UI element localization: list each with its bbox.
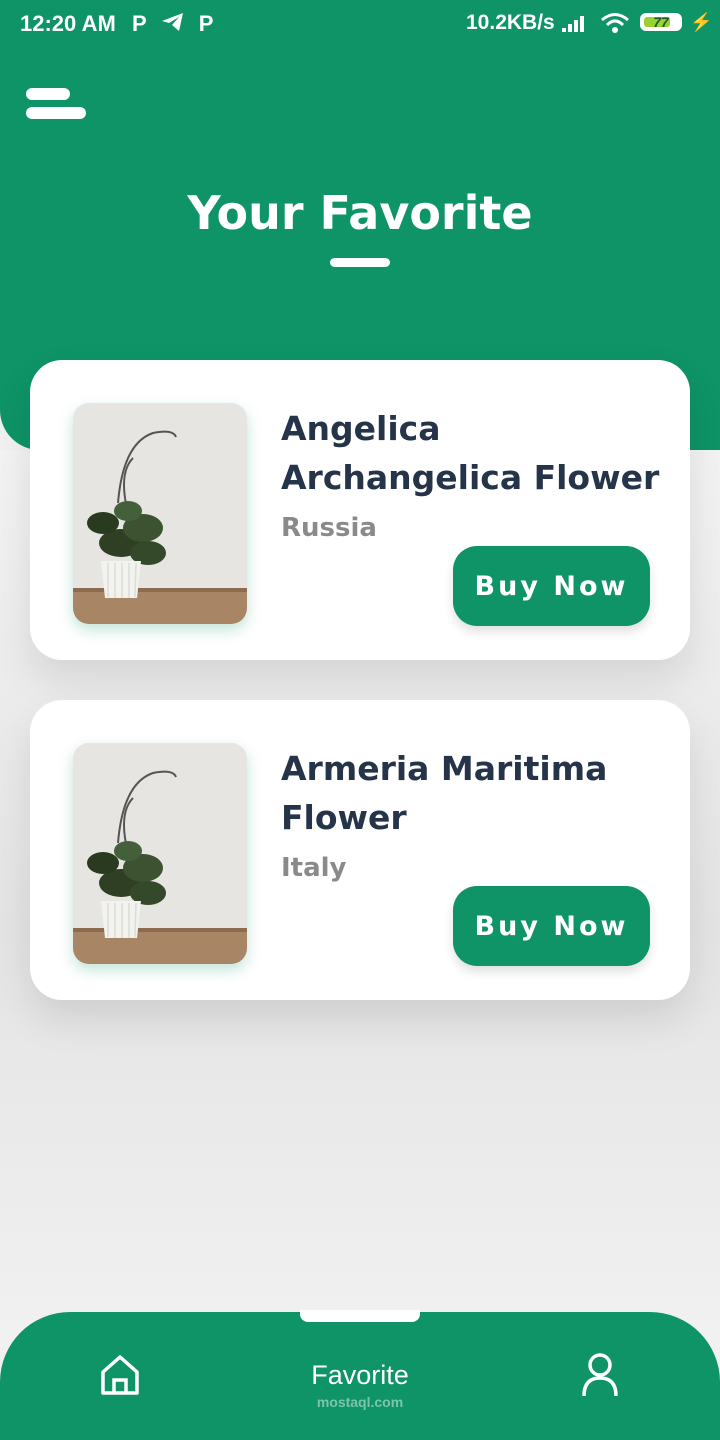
profile-icon[interactable] [581, 1352, 619, 1398]
plant-name: Angelica Archangelica Flower [281, 409, 660, 497]
buy-now-button[interactable]: Buy Now [453, 886, 650, 966]
battery-level: 77 [653, 14, 669, 30]
status-time: 12:20 AM [20, 11, 116, 36]
notification-icons: P P [132, 11, 213, 37]
favorite-card: Armeria Maritima Flower Italy Buy Now [30, 700, 690, 1000]
battery-icon: 77 [640, 13, 682, 31]
status-bar: 12:20 AM P P 10.2KB/s 77 ⚡ [0, 0, 720, 50]
signal-icon [562, 16, 584, 32]
page-title: Your Favorite [187, 186, 533, 240]
menu-bar [26, 88, 70, 100]
plant-image-graphic [73, 743, 247, 964]
plant-image-graphic [73, 403, 247, 624]
network-speed: 10.2KB/s [466, 11, 555, 34]
menu-bar [26, 107, 86, 119]
plant-name: Armeria Maritima Flower [281, 749, 608, 837]
telegram-icon [161, 13, 183, 31]
favorite-card: Angelica Archangelica Flower Russia Buy … [30, 360, 690, 660]
title-underline [330, 258, 390, 267]
p-icon: P [132, 11, 147, 36]
plant-image[interactable] [73, 743, 247, 964]
plant-origin: Russia [281, 513, 377, 543]
buy-now-button[interactable]: Buy Now [453, 546, 650, 626]
wifi-icon [601, 13, 629, 33]
p-icon: P [198, 11, 214, 36]
active-tab-indicator [300, 1310, 420, 1322]
plant-image[interactable] [73, 403, 247, 624]
plant-origin: Italy [281, 853, 347, 883]
charging-icon: ⚡ [690, 12, 713, 32]
menu-button[interactable] [26, 88, 88, 122]
